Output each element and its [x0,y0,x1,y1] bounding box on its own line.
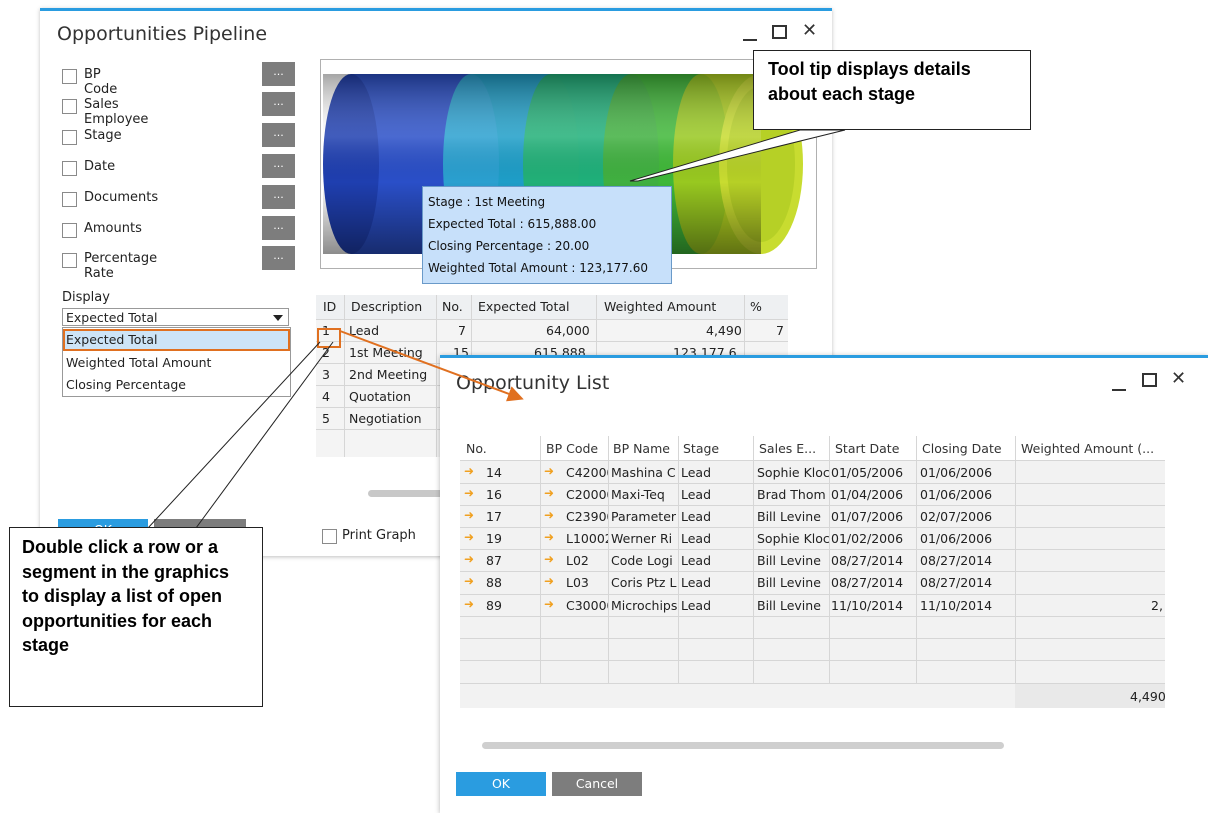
tooltip-callout: Tool tip displays details about each sta… [753,50,1031,130]
tooltip-callout-pointer [629,129,846,182]
double-click-callout: Double click a row or a segment in the g… [9,527,263,707]
callout-pointer-line-b [195,341,334,529]
callout-pointer-line-a [147,341,321,529]
row-to-list-arrow [339,330,524,402]
